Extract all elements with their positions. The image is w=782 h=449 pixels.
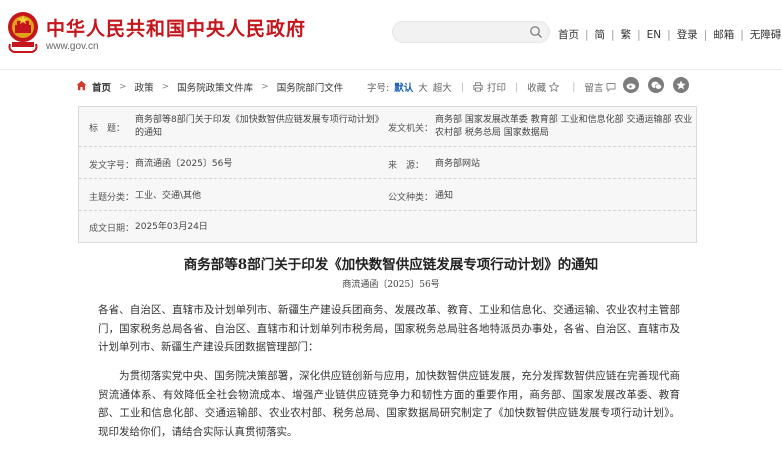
font-size-label: 字号: (367, 83, 390, 94)
divider: | (740, 28, 744, 41)
search-input[interactable] (392, 21, 550, 43)
link-mailbox[interactable]: 邮箱 (713, 27, 734, 42)
national-emblem-icon[interactable] (6, 8, 40, 54)
link-accessibility[interactable]: 无障碍 (750, 27, 782, 42)
font-size-large[interactable]: 大 (418, 80, 428, 94)
breadcrumb-policy[interactable]: 政策 (135, 80, 154, 94)
date-label: 成文日期： (89, 224, 135, 234)
breadcrumb-home[interactable]: 首页 (92, 80, 111, 94)
divider: | (572, 81, 576, 93)
divider: | (514, 81, 519, 93)
date-value: 2025年03月24日 (135, 222, 208, 232)
info-row-docno: 发文字号： 商流通函〔2025〕56号 来 源： 商务部网站 (79, 147, 696, 179)
top-links: 首页 | 简 | 繁 | EN | 登录 | 邮箱 | 无障碍 (558, 27, 781, 42)
print-label: 打印 (486, 83, 506, 94)
article-paragraph: 为贯彻落实党中央、国务院决策部署，深化供应链创新与应用，加快数智供应链发展，充分… (98, 370, 680, 438)
site-title[interactable]: 中华人民共和国中央人民政府 (46, 14, 306, 41)
message-label: 留言 (584, 83, 604, 94)
message-button[interactable]: 留言 (584, 80, 620, 94)
source-value: 商务部网站 (435, 159, 481, 169)
share-icons (623, 77, 698, 93)
collect-label: 收藏 (527, 83, 547, 94)
qzone-icon[interactable] (673, 77, 689, 93)
chevron-right-icon: > (119, 82, 127, 92)
divider: | (460, 81, 464, 93)
breadcrumb-dept-files[interactable]: 国务院部门文件 (277, 80, 344, 94)
link-home[interactable]: 首页 (558, 27, 579, 42)
page-tools: 字号: 默认 大 超大 | 打印 | 收藏 | 留言 (367, 80, 620, 94)
breadcrumb-bar: 首页 > 政策 > 国务院政策文件库 > 国务院部门文件 字号: 默认 大 超大… (0, 73, 782, 99)
font-size-default[interactable]: 默认 (394, 80, 413, 94)
info-row-topic: 主题分类： 工业、交通\其他 公文种类： 通知 (79, 179, 696, 211)
chevron-right-icon: > (261, 82, 269, 92)
site-header: 中华人民共和国中央人民政府 www.gov.cn 首页 | 简 | 繁 | EN… (0, 0, 782, 70)
comment-icon (606, 83, 616, 92)
print-icon (473, 82, 483, 92)
link-english[interactable]: EN (647, 29, 662, 41)
font-size-xlarge[interactable]: 超大 (433, 80, 452, 94)
star-icon (549, 82, 560, 92)
title-label: 标 题： (89, 124, 126, 134)
type-label: 公文种类： (388, 193, 434, 203)
link-traditional[interactable]: 繁 (621, 27, 632, 42)
divider: | (703, 28, 708, 41)
weibo-icon[interactable] (623, 77, 639, 93)
article-paragraph: 各省、自治区、直辖市及计划单列市、新疆生产建设兵团商务、发展改革、教育、工业和信… (98, 304, 680, 353)
article-title: 商务部等8部门关于印发《加快数智供应链发展专项行动计划》的通知 (183, 257, 599, 273)
issuer-label: 发文机关： (388, 124, 434, 134)
docno-label: 发文字号： (89, 161, 135, 171)
wechat-icon[interactable] (648, 77, 664, 93)
title-value: 商务部等8部门关于印发《加快数智供应链发展专项行动计划》的通知 (135, 115, 384, 138)
divider: | (637, 28, 641, 41)
type-value: 通知 (435, 191, 454, 201)
breadcrumb: 首页 > 政策 > 国务院政策文件库 > 国务院部门文件 (92, 80, 343, 94)
article-docno: 商流通函〔2025〕56号 (342, 280, 440, 290)
issuer-value: 商务部 国家发展改革委 教育部 工业和信息化部 交通运输部 农业农村部 税务总局… (435, 115, 693, 138)
topic-value: 工业、交通\其他 (135, 191, 202, 201)
divider: | (585, 28, 589, 41)
site-url: www.gov.cn (46, 41, 99, 52)
info-row-date: 成文日期： 2025年03月24日 (79, 211, 696, 242)
divider: | (611, 28, 615, 41)
document-info-table: 标 题： 商务部等8部门关于印发《加快数智供应链发展专项行动计划》的通知 发文机… (78, 106, 697, 243)
search-icon[interactable] (529, 25, 543, 39)
collect-button[interactable]: 收藏 (527, 80, 563, 94)
home-icon[interactable] (76, 80, 87, 91)
breadcrumb-policy-library[interactable]: 国务院政策文件库 (177, 80, 253, 94)
docno-value: 商流通函〔2025〕56号 (135, 159, 233, 169)
print-button[interactable]: 打印 (473, 80, 506, 94)
link-simplified[interactable]: 简 (595, 27, 606, 42)
info-row-title: 标 题： 商务部等8部门关于印发《加快数智供应链发展专项行动计划》的通知 发文机… (79, 107, 696, 147)
topic-label: 主题分类： (89, 193, 135, 203)
link-login[interactable]: 登录 (677, 27, 698, 42)
divider: | (667, 28, 671, 41)
chevron-right-icon: > (161, 82, 170, 92)
source-label: 来 源： (388, 161, 425, 171)
